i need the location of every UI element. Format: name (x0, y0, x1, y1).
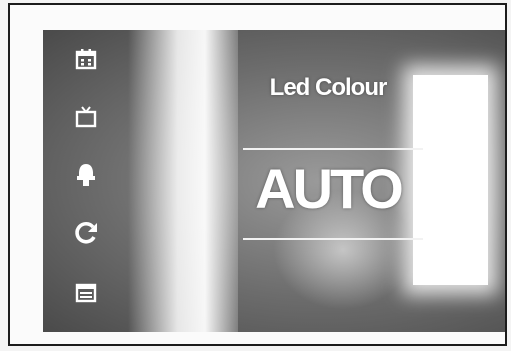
light-bulb-icon[interactable] (71, 160, 101, 190)
glare-left (128, 30, 238, 332)
tv-icon[interactable] (71, 102, 101, 132)
menu-list-icon[interactable] (71, 278, 101, 308)
setting-value[interactable]: AUTO (233, 154, 423, 224)
screenshot-frame: Led Colour AUTO (8, 3, 507, 346)
glare-right (413, 75, 488, 285)
bottom-divider (243, 238, 423, 240)
calendar-icon[interactable] (71, 44, 101, 74)
top-divider (243, 148, 423, 150)
sidebar (71, 44, 107, 324)
device-display: Led Colour AUTO (43, 30, 505, 332)
refresh-icon[interactable] (71, 218, 101, 248)
menu-title: Led Colour (269, 74, 388, 101)
